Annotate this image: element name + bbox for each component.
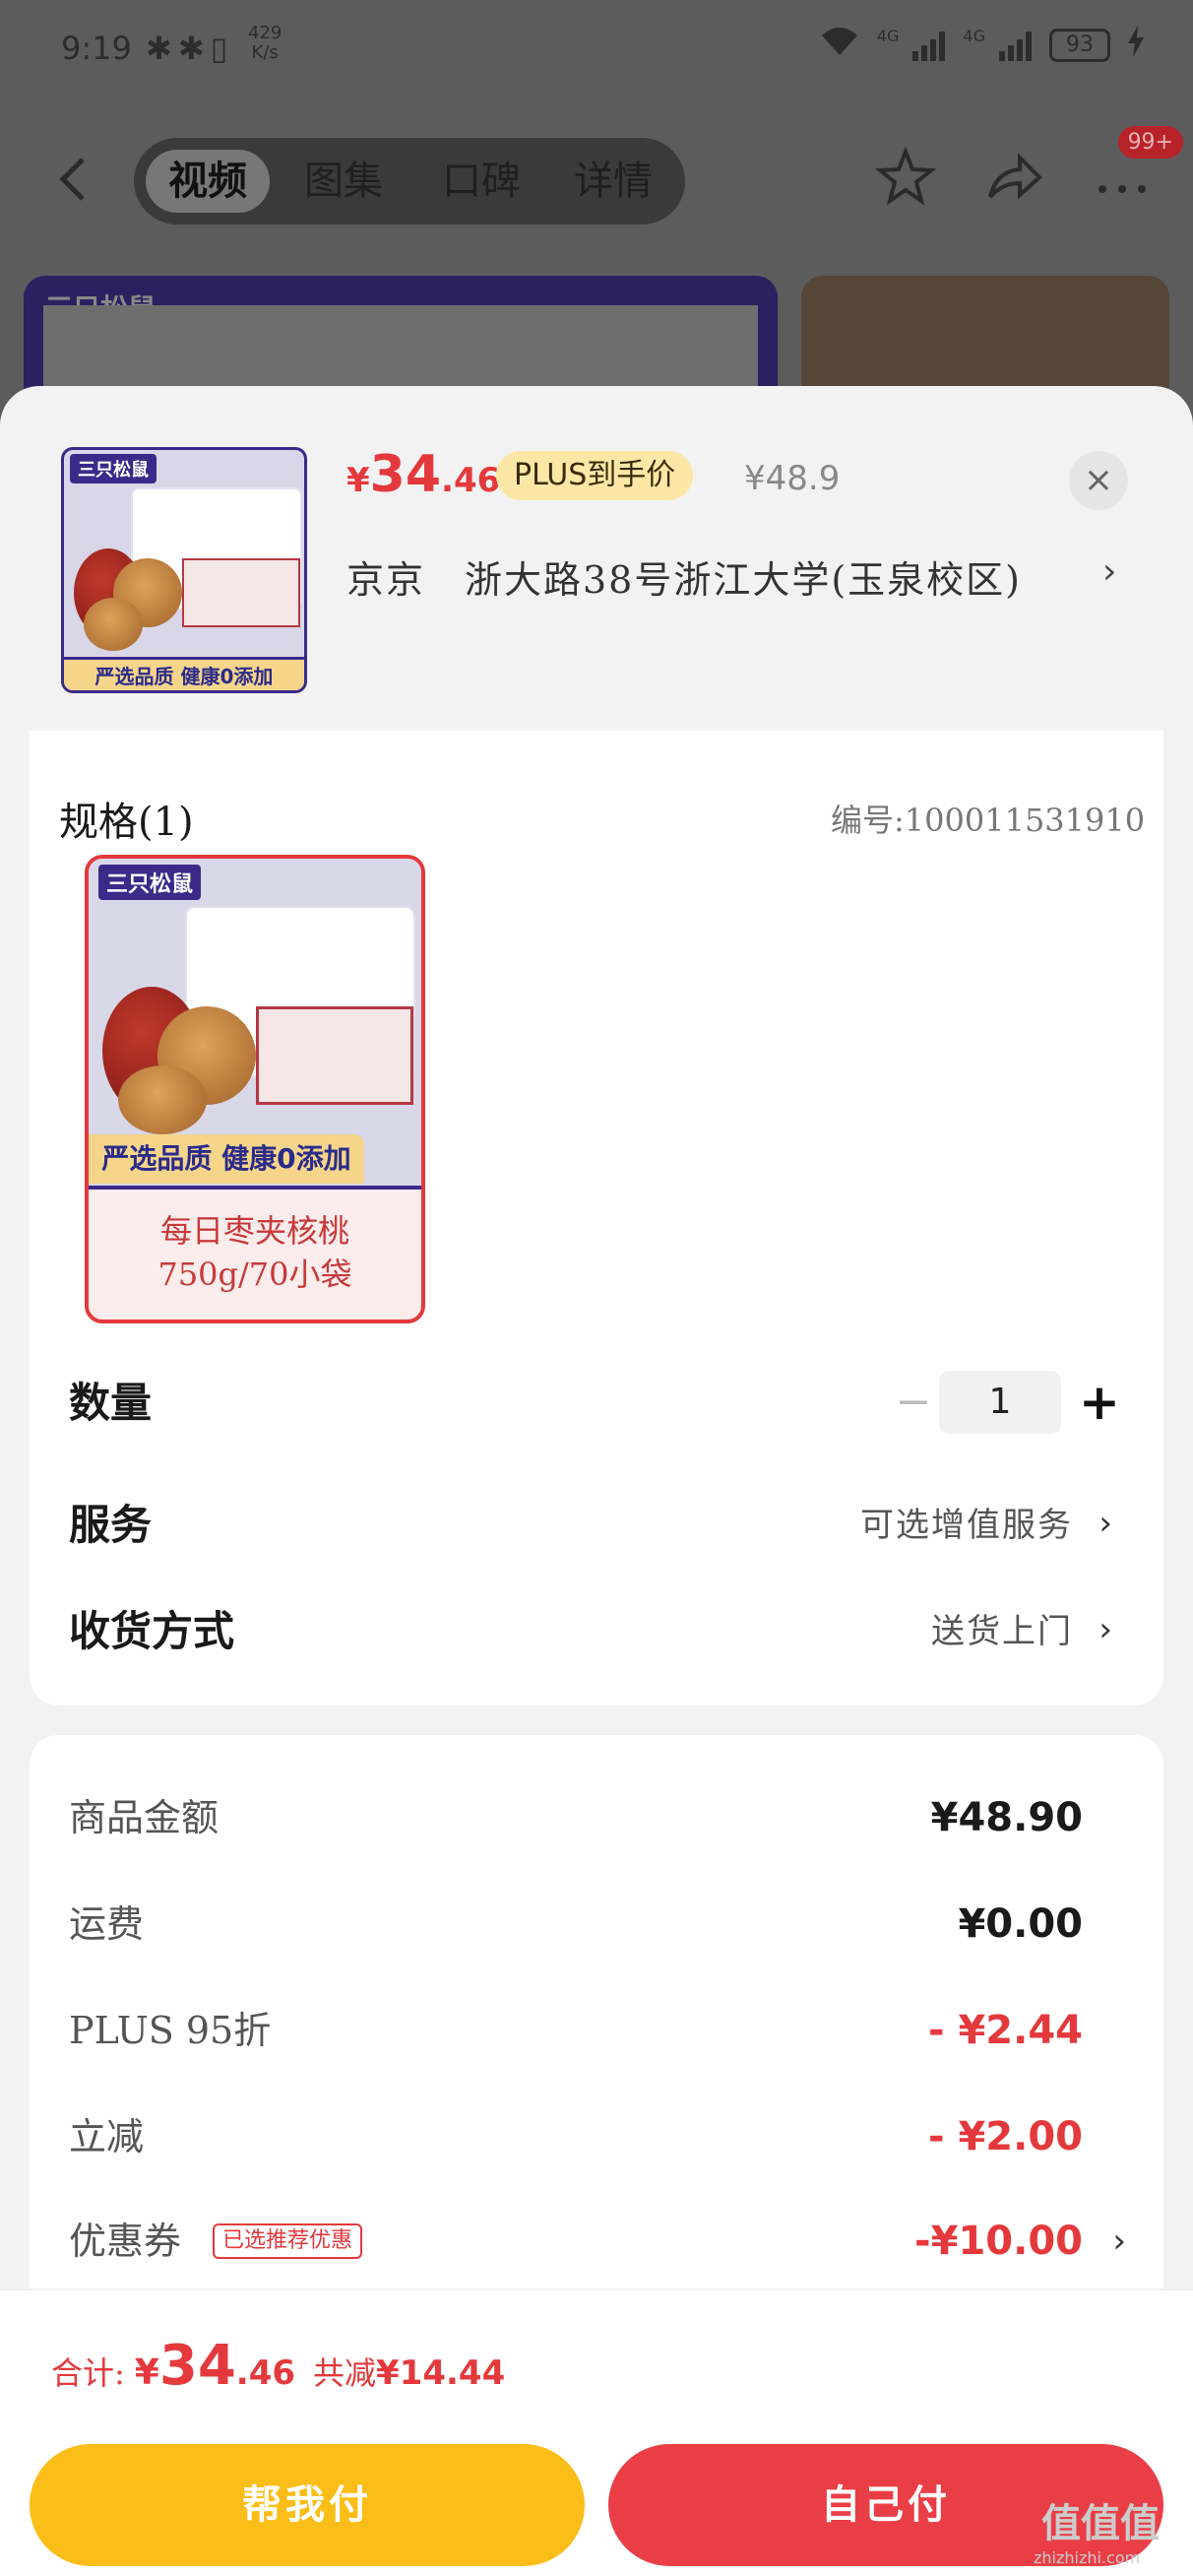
price-decimal: .46 (441, 461, 501, 500)
delivery-method-label: 收货方式 (69, 1607, 235, 1655)
fee-row-plus-discount: PLUS 95折 - ¥2.44 (69, 2001, 1083, 2060)
net-speed-value: 429 (248, 23, 283, 43)
service-row[interactable]: 服务 可选增值服务 › (69, 1491, 1112, 1560)
purchase-sheet: 三只松鼠 严选品质 健康0添加 ¥ 34 .46 PLUS到手价 ¥48.9 ×… (0, 386, 1193, 2576)
spec-option-name-line1: 每日枣夹核桃 (159, 1212, 349, 1250)
close-button[interactable]: × (1069, 451, 1128, 510)
delivery-address[interactable]: 京京 浙大路38号浙江大学(玉泉校区) (346, 549, 1022, 604)
plus-price: ¥ 34 .46 (346, 445, 500, 504)
delivery-method-row[interactable]: 收货方式 送货上门 › (69, 1597, 1112, 1666)
net-speed: 429 K/s (248, 24, 282, 63)
spec-quality-tag: 严选品质 健康0添加 (89, 1134, 364, 1184)
fee-label: 优惠券 (69, 2220, 182, 2263)
thumb-quality-tag: 严选品质 健康0添加 (64, 657, 304, 690)
original-price: ¥48.9 (744, 459, 841, 498)
signal-1-label: 4G (876, 26, 900, 45)
thumb-brand: 三只松鼠 (70, 454, 157, 483)
service-label: 服务 (69, 1501, 153, 1549)
nav-actions: 99+ (874, 126, 1183, 209)
status-time: 9:19 (61, 30, 132, 67)
signal-2-label: 4G (963, 26, 985, 45)
spec-option-selected[interactable]: 三只松鼠 严选品质 健康0添加 每日枣夹核桃 750g/70小袋 (85, 855, 425, 1323)
sku-number: 编号:100011531910 (831, 802, 1146, 839)
signal-1-icon (912, 30, 946, 61)
spec-option-name: 每日枣夹核桃 750g/70小袋 (89, 1209, 421, 1296)
delivery-method-value: 送货上门 (931, 1612, 1073, 1651)
fee-value: ¥0.00 (958, 1901, 1083, 1947)
coupon-recommended-tag: 已选推荐优惠 (213, 2223, 363, 2259)
watermark-url: zhizhizhi.com (1034, 2548, 1141, 2567)
service-value: 可选增值服务 (860, 1506, 1073, 1545)
help-pay-button[interactable]: 帮我付 (30, 2444, 585, 2566)
fee-label: 商品金额 (69, 1796, 220, 1839)
background-product-page: 9:19 ✱✱▯ 429 K/s 4G 4G 93 视频 图集 口碑 详情 99… (0, 0, 1193, 453)
charging-icon (1128, 26, 1144, 65)
tab-reviews[interactable]: 口碑 (419, 150, 543, 213)
more-icon[interactable]: 99+ (1091, 126, 1183, 209)
fee-label: PLUS 95折 (69, 2009, 272, 2052)
total-currency: ¥ (134, 2352, 159, 2393)
total-label: 合计: (51, 2354, 125, 2392)
product-nav: 视频 图集 口碑 详情 99+ (0, 126, 1193, 226)
battery-icon: 93 (1049, 29, 1110, 62)
status-bar: 9:19 ✱✱▯ 429 K/s 4G 4G 93 (0, 0, 1193, 98)
quantity-row: 数量 − 1 + (69, 1369, 1120, 1438)
star-icon[interactable] (874, 146, 937, 209)
total-saved-label: 共减 (313, 2354, 377, 2392)
fee-value: - ¥2.00 (927, 2114, 1083, 2159)
fee-row-instant-discount: 立减 - ¥2.00 (69, 2107, 1083, 2166)
quantity-increase-button[interactable]: + (1075, 1371, 1124, 1434)
fee-row-shipping: 运费 ¥0.00 (69, 1895, 1083, 1954)
status-right-group: 4G 4G 93 (820, 26, 1144, 65)
walnut-image (84, 598, 143, 651)
fee-label: 立减 (69, 2115, 145, 2158)
fee-value: - ¥2.44 (927, 2008, 1083, 2053)
price-currency: ¥ (346, 461, 370, 500)
gift-box-front-image (182, 558, 300, 627)
fee-row-goods: 商品金额 ¥48.90 (69, 1788, 1083, 1847)
tab-video[interactable]: 视频 (146, 150, 270, 213)
wifi-icon (820, 26, 859, 65)
chevron-right-icon: › (1099, 1504, 1112, 1543)
signal-2-icon (999, 30, 1032, 61)
share-icon[interactable] (982, 146, 1045, 209)
net-speed-unit: K/s (251, 42, 279, 63)
tab-details[interactable]: 详情 (551, 150, 675, 213)
chevron-right-icon: › (1099, 1610, 1112, 1649)
fee-value: -¥10.00 (914, 2219, 1083, 2264)
spec-option-name-line2: 750g/70小袋 (157, 1256, 352, 1293)
walnut-image (118, 1065, 207, 1134)
fee-row-coupon[interactable]: 优惠券 已选推荐优惠 -¥10.00 › (69, 2212, 1126, 2271)
spec-option-image: 三只松鼠 严选品质 健康0添加 (89, 859, 421, 1190)
total-integer: 34 (158, 2334, 236, 2398)
fee-value: ¥48.90 (930, 1795, 1083, 1840)
sheet-header: 三只松鼠 严选品质 健康0添加 ¥ 34 .46 PLUS到手价 ¥48.9 ×… (0, 386, 1193, 731)
watermark-logo: 值值值 (1041, 2501, 1160, 2546)
plus-price-tag: PLUS到手价 (496, 451, 694, 500)
product-thumbnail: 三只松鼠 严选品质 健康0添加 (61, 447, 307, 693)
chevron-right-icon[interactable]: › (1102, 551, 1116, 592)
checkout-footer: 合计: ¥ 34 .46 共减 ¥14.44 帮我付 自己付 (0, 2288, 1193, 2576)
spec-title: 规格(1) (59, 800, 194, 845)
quantity-input[interactable]: 1 (939, 1371, 1061, 1434)
spec-option-brand: 三只松鼠 (98, 865, 202, 900)
quantity-decrease-button[interactable]: − (884, 1373, 943, 1432)
total-summary: 合计: ¥ 34 .46 共减 ¥14.44 (51, 2334, 505, 2398)
notification-badge: 99+ (1117, 126, 1183, 159)
back-arrow-icon[interactable] (55, 156, 94, 201)
notification-icons: ✱✱▯ (146, 30, 234, 67)
price-integer: 34 (369, 445, 442, 504)
fee-label: 运费 (69, 1902, 145, 1946)
quantity-label: 数量 (69, 1379, 153, 1427)
media-tabs: 视频 图集 口碑 详情 (134, 138, 685, 225)
total-decimal: .46 (235, 2353, 296, 2393)
tab-gallery[interactable]: 图集 (282, 150, 406, 213)
chevron-right-icon: › (1112, 2222, 1126, 2261)
total-saved-value: ¥14.44 (376, 2353, 506, 2393)
gift-box-front-image (256, 1006, 413, 1105)
